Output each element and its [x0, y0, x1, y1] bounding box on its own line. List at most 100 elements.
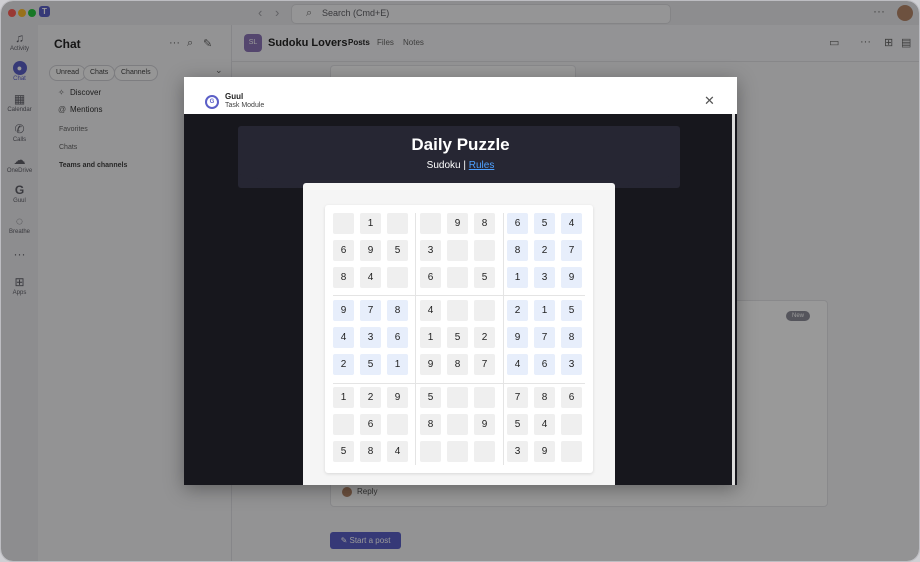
- sudoku-cell[interactable]: 8: [474, 213, 495, 234]
- dialog-body: Daily Puzzle Sudoku | Rules 198654695382…: [184, 114, 737, 485]
- app-subtitle: Task Module: [225, 102, 265, 109]
- sudoku-cell[interactable]: 6: [387, 327, 408, 348]
- sudoku-cell[interactable]: [447, 414, 468, 435]
- sudoku-cell[interactable]: 8: [360, 441, 381, 462]
- sudoku-cell[interactable]: [474, 441, 495, 462]
- sudoku-cell[interactable]: 8: [447, 354, 468, 375]
- sudoku-cell[interactable]: [333, 414, 354, 435]
- sudoku-cell[interactable]: 6: [561, 387, 582, 408]
- sudoku-cell[interactable]: [333, 213, 354, 234]
- sudoku-cell[interactable]: 3: [561, 354, 582, 375]
- puzzle-title: Daily Puzzle: [411, 135, 510, 154]
- sudoku-cell[interactable]: 2: [360, 387, 381, 408]
- sudoku-cell[interactable]: 9: [387, 387, 408, 408]
- rules-link[interactable]: Rules: [469, 160, 495, 171]
- sudoku-cell[interactable]: [387, 267, 408, 288]
- app-name: Guul: [225, 92, 244, 101]
- sudoku-cell[interactable]: 5: [360, 354, 381, 375]
- sudoku-cell[interactable]: 5: [387, 240, 408, 261]
- scrollbar[interactable]: [732, 114, 735, 485]
- sudoku-cell[interactable]: 1: [360, 213, 381, 234]
- sudoku-cell[interactable]: 9: [447, 213, 468, 234]
- sudoku-cell[interactable]: [474, 240, 495, 261]
- puzzle-subtitle: Sudoku | Rules: [184, 160, 737, 171]
- sudoku-cell[interactable]: 7: [534, 327, 555, 348]
- sudoku-cell[interactable]: [387, 414, 408, 435]
- sudoku-cell[interactable]: 4: [420, 300, 441, 321]
- sudoku-cell[interactable]: [447, 300, 468, 321]
- sudoku-cell[interactable]: 2: [534, 240, 555, 261]
- sudoku-cell[interactable]: 8: [333, 267, 354, 288]
- sudoku-cell[interactable]: [387, 213, 408, 234]
- sudoku-cell[interactable]: 4: [360, 267, 381, 288]
- dialog-header: G Guul Task Module ✕: [184, 77, 737, 114]
- sudoku-cell[interactable]: [447, 441, 468, 462]
- game-name: Sudoku: [426, 160, 461, 171]
- sudoku-cell[interactable]: 5: [561, 300, 582, 321]
- sudoku-cell[interactable]: 9: [474, 414, 495, 435]
- sudoku-cell[interactable]: 4: [507, 354, 528, 375]
- sudoku-cell[interactable]: [474, 300, 495, 321]
- sudoku-cell[interactable]: 8: [507, 240, 528, 261]
- sudoku-cell[interactable]: [447, 387, 468, 408]
- sudoku-cell[interactable]: [561, 414, 582, 435]
- sudoku-cell[interactable]: 5: [474, 267, 495, 288]
- sudoku-cell[interactable]: [447, 240, 468, 261]
- sudoku-cell[interactable]: 4: [534, 414, 555, 435]
- sudoku-cell[interactable]: 4: [561, 213, 582, 234]
- sudoku-cell[interactable]: 1: [507, 267, 528, 288]
- sudoku-cell[interactable]: 8: [534, 387, 555, 408]
- sudoku-cell[interactable]: 7: [474, 354, 495, 375]
- sudoku-cell[interactable]: 7: [561, 240, 582, 261]
- sudoku-cell[interactable]: 8: [387, 300, 408, 321]
- sudoku-cell[interactable]: 6: [333, 240, 354, 261]
- sudoku-cell[interactable]: 4: [333, 327, 354, 348]
- sudoku-cell[interactable]: 9: [507, 327, 528, 348]
- sudoku-cell[interactable]: 4: [387, 441, 408, 462]
- sudoku-cell[interactable]: 9: [360, 240, 381, 261]
- sudoku-cell[interactable]: 2: [333, 354, 354, 375]
- sudoku-cell[interactable]: 6: [534, 354, 555, 375]
- sudoku-cell[interactable]: 9: [333, 300, 354, 321]
- task-module-dialog: G Guul Task Module ✕ Daily Puzzle Sudoku…: [184, 77, 737, 485]
- sudoku-cell[interactable]: 7: [507, 387, 528, 408]
- sudoku-cell[interactable]: [561, 441, 582, 462]
- box-divider: [333, 295, 585, 296]
- sudoku-cell[interactable]: [474, 387, 495, 408]
- sudoku-cell[interactable]: 3: [360, 327, 381, 348]
- teams-window: T ‹ › ⌕ Search (Cmd+E) ··· ♫ Activity ● …: [1, 1, 919, 561]
- sudoku-cell[interactable]: 9: [420, 354, 441, 375]
- sudoku-cell[interactable]: 5: [507, 414, 528, 435]
- box-divider: [333, 383, 585, 384]
- sudoku-cell[interactable]: 6: [360, 414, 381, 435]
- sudoku-cell[interactable]: 3: [534, 267, 555, 288]
- sudoku-cell[interactable]: 9: [561, 267, 582, 288]
- sudoku-board: 1986546953827846513997842154361529782519…: [325, 205, 593, 473]
- sudoku-cell[interactable]: 2: [474, 327, 495, 348]
- sudoku-cell[interactable]: 5: [534, 213, 555, 234]
- sudoku-cell[interactable]: 6: [507, 213, 528, 234]
- sudoku-cell[interactable]: 3: [420, 240, 441, 261]
- close-icon[interactable]: ✕: [704, 93, 715, 109]
- sudoku-cell[interactable]: 5: [447, 327, 468, 348]
- box-divider: [503, 213, 504, 465]
- sudoku-cell[interactable]: 5: [420, 387, 441, 408]
- sudoku-cell[interactable]: [447, 267, 468, 288]
- sudoku-cell[interactable]: 8: [420, 414, 441, 435]
- sudoku-cell[interactable]: 8: [561, 327, 582, 348]
- sudoku-cell[interactable]: 9: [534, 441, 555, 462]
- sudoku-cell[interactable]: [420, 441, 441, 462]
- separator: |: [463, 160, 466, 171]
- sudoku-cell[interactable]: [420, 213, 441, 234]
- sudoku-cell[interactable]: 6: [420, 267, 441, 288]
- sudoku-cell[interactable]: 3: [507, 441, 528, 462]
- sudoku-cell[interactable]: 5: [333, 441, 354, 462]
- sudoku-cell[interactable]: 1: [333, 387, 354, 408]
- sudoku-cell[interactable]: 1: [534, 300, 555, 321]
- box-divider: [415, 213, 416, 465]
- sudoku-cell[interactable]: 2: [507, 300, 528, 321]
- sudoku-cell[interactable]: 1: [387, 354, 408, 375]
- sudoku-cell[interactable]: 1: [420, 327, 441, 348]
- guul-icon: G: [205, 95, 219, 109]
- sudoku-cell[interactable]: 7: [360, 300, 381, 321]
